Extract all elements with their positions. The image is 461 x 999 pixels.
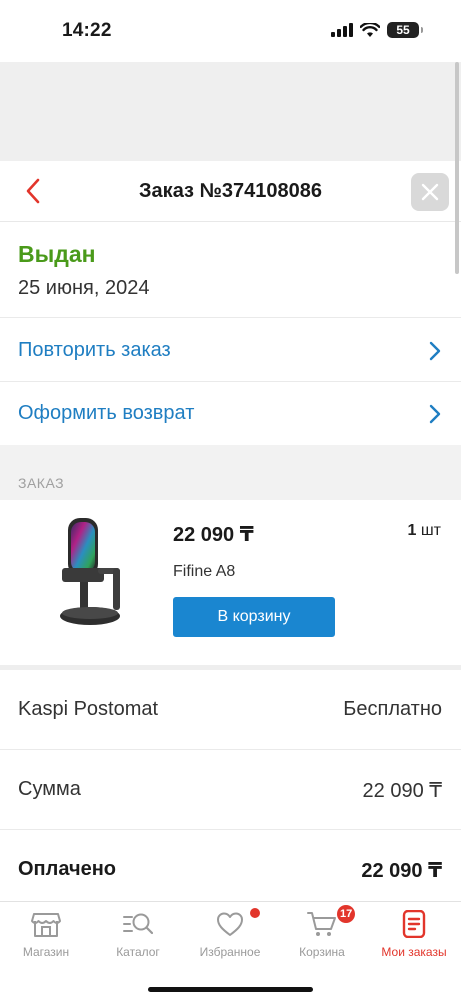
close-icon <box>421 183 439 201</box>
paid-value: 22 090 ₸ <box>361 860 442 882</box>
repeat-order-label: Повторить заказ <box>18 339 171 361</box>
order-section-header: ЗАКАЗ <box>0 445 461 500</box>
section-label: ЗАКАЗ <box>18 475 65 491</box>
return-order-row[interactable]: Оформить возврат <box>0 382 461 445</box>
orders-icon <box>402 910 426 938</box>
product-item: 22 090 ₸ 1 шт Fifine A8 В корзину <box>0 500 461 665</box>
notification-dot <box>250 908 260 918</box>
tab-cart[interactable]: 17 Корзина <box>276 902 368 972</box>
home-indicator <box>148 987 313 992</box>
chevron-right-icon <box>429 404 441 424</box>
cellular-signal-icon <box>331 23 353 37</box>
return-order-label: Оформить возврат <box>18 402 195 424</box>
tab-bar: Магазин Каталог Избранное 17 Корзина Мои… <box>0 901 461 999</box>
microphone-product-image[interactable] <box>50 516 130 632</box>
tab-label: Магазин <box>22 945 70 959</box>
order-sheet: Заказ №374108086 Выдан 25 июня, 2024 Пов… <box>0 161 461 901</box>
cart-icon <box>307 912 336 936</box>
quantity-number: 1 <box>407 522 417 539</box>
tab-label: Каталог <box>116 945 160 959</box>
tab-store[interactable]: Магазин <box>0 902 92 972</box>
battery-icon: 55 <box>387 22 423 38</box>
tab-catalog[interactable]: Каталог <box>92 902 184 972</box>
paid-row: Оплачено 22 090 ₸ <box>0 830 461 901</box>
store-icon <box>31 913 61 937</box>
repeat-order-row[interactable]: Повторить заказ <box>0 319 461 382</box>
sum-label: Сумма <box>18 778 81 800</box>
cart-count-badge: 17 <box>337 905 356 923</box>
close-button[interactable] <box>411 173 449 211</box>
page-title: Заказ №374108086 <box>139 180 322 202</box>
delivery-cost: Бесплатно <box>343 698 442 720</box>
product-price: 22 090 ₸ <box>173 524 254 546</box>
add-to-cart-button[interactable]: В корзину <box>173 597 335 637</box>
order-date: 25 июня, 2024 <box>18 277 150 299</box>
tab-my-orders[interactable]: Мои заказы <box>368 902 460 972</box>
sum-row: Сумма 22 090 ₸ <box>0 750 461 830</box>
paid-label: Оплачено <box>18 858 116 880</box>
backdrop-band <box>0 62 461 161</box>
order-status: Выдан <box>18 241 96 267</box>
wifi-icon <box>360 22 380 37</box>
status-icons: 55 <box>331 22 423 38</box>
product-name[interactable]: Fifine A8 <box>173 563 235 581</box>
delivery-method: Kaspi Postomat <box>18 698 159 720</box>
chevron-right-icon <box>429 341 441 361</box>
status-time: 14:22 <box>62 20 112 41</box>
catalog-search-icon <box>123 913 153 935</box>
order-status-block: Выдан 25 июня, 2024 <box>0 223 461 318</box>
tab-favorites[interactable]: Избранное <box>184 902 276 972</box>
delivery-row: Kaspi Postomat Бесплатно <box>0 670 461 750</box>
order-header: Заказ №374108086 <box>0 161 461 222</box>
heart-icon <box>217 912 243 936</box>
tab-label: Корзина <box>299 945 345 959</box>
tab-label: Мои заказы <box>381 945 447 959</box>
quantity-unit: шт <box>420 522 441 539</box>
sum-value: 22 090 ₸ <box>362 780 442 802</box>
status-bar: 14:22 55 <box>0 0 461 62</box>
battery-level: 55 <box>396 23 410 37</box>
tab-label: Избранное <box>199 945 261 959</box>
scroll-indicator[interactable] <box>455 62 459 274</box>
product-quantity: 1 шт <box>407 522 441 540</box>
